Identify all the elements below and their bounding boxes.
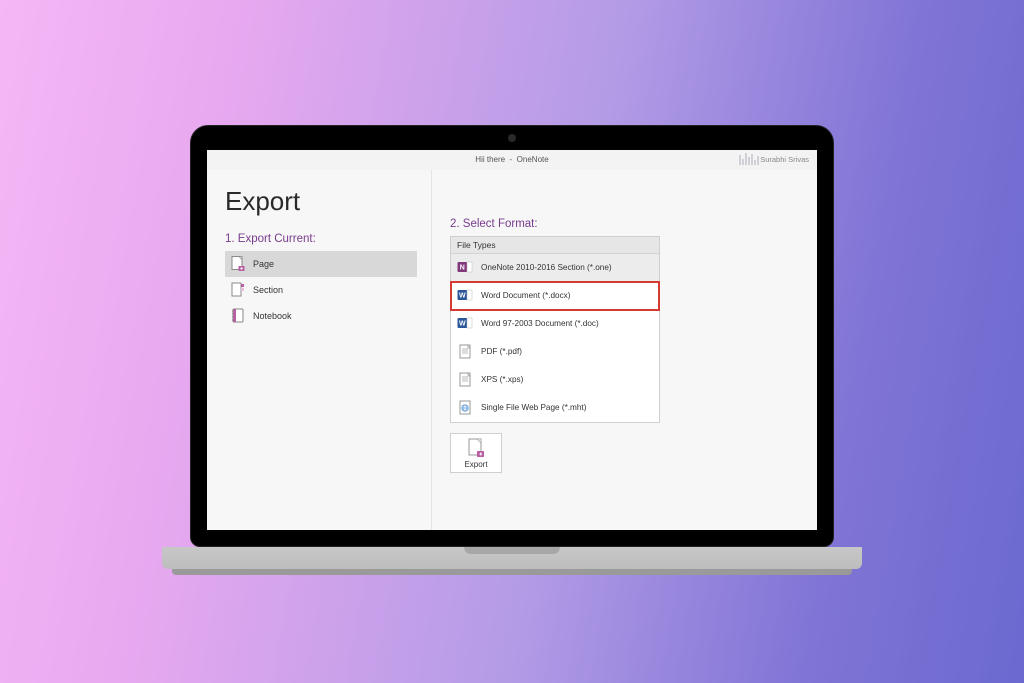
svg-text:W: W bbox=[459, 320, 466, 327]
format-item-pdf[interactable]: PDF (*.pdf) bbox=[451, 338, 659, 366]
export-current-item-label: Page bbox=[253, 259, 274, 269]
export-page-icon bbox=[467, 438, 485, 458]
format-item-label: XPS (*.xps) bbox=[481, 375, 523, 384]
app-screen: Hii there - OneNote Surabhi Srivas Expor… bbox=[207, 150, 817, 530]
export-button[interactable]: Export bbox=[450, 433, 502, 473]
format-item-label: Single File Web Page (*.mht) bbox=[481, 403, 586, 412]
export-current-item-section[interactable]: Section bbox=[225, 277, 417, 303]
titlebar-user-name: Surabhi Srivas bbox=[760, 150, 809, 170]
export-current-item-label: Notebook bbox=[253, 311, 292, 321]
titlebar: Hii there - OneNote Surabhi Srivas bbox=[207, 150, 817, 170]
left-pane: Export 1. Export Current: Page bbox=[207, 170, 432, 530]
export-current-item-label: Section bbox=[253, 285, 283, 295]
notebook-icon bbox=[231, 308, 245, 324]
format-item-xps[interactable]: XPS (*.xps) bbox=[451, 366, 659, 394]
filetypes-panel: File Types N OneNote 2010-2016 Section (… bbox=[450, 236, 660, 423]
doc-file-icon bbox=[457, 344, 473, 360]
format-item-mht[interactable]: Single File Web Page (*.mht) bbox=[451, 394, 659, 422]
titlebar-sep: - bbox=[510, 155, 513, 164]
svg-text:N: N bbox=[460, 264, 465, 271]
filetypes-header: File Types bbox=[451, 237, 659, 254]
select-format-heading: 2. Select Format: bbox=[450, 218, 799, 230]
titlebar-decoration-icon bbox=[739, 153, 759, 165]
export-current-heading: 1. Export Current: bbox=[225, 233, 417, 245]
format-item-label: PDF (*.pdf) bbox=[481, 347, 522, 356]
export-current-item-page[interactable]: Page bbox=[225, 251, 417, 277]
doc-file-icon bbox=[457, 372, 473, 388]
laptop-mockup: Hii there - OneNote Surabhi Srivas Expor… bbox=[190, 125, 834, 575]
laptop-camera bbox=[508, 134, 516, 142]
section-icon bbox=[231, 282, 245, 298]
laptop-bezel: Hii there - OneNote Surabhi Srivas Expor… bbox=[190, 125, 834, 547]
format-item-label: Word Document (*.docx) bbox=[481, 291, 571, 300]
titlebar-doc-name: Hii there bbox=[475, 155, 505, 164]
content-area: Export 1. Export Current: Page bbox=[207, 170, 817, 530]
titlebar-app-name: OneNote bbox=[517, 155, 549, 164]
word-file-icon: W bbox=[457, 316, 473, 332]
laptop-shadow bbox=[172, 569, 852, 575]
word-file-icon: W bbox=[457, 288, 473, 304]
onenote-file-icon: N bbox=[457, 260, 473, 276]
laptop-base bbox=[162, 547, 862, 569]
format-item-label: Word 97-2003 Document (*.doc) bbox=[481, 319, 599, 328]
page-icon bbox=[231, 256, 245, 272]
format-item-label: OneNote 2010-2016 Section (*.one) bbox=[481, 263, 612, 272]
right-pane: 2. Select Format: File Types N OneNote 2… bbox=[432, 170, 817, 530]
format-item-word-docx[interactable]: W Word Document (*.docx) bbox=[451, 282, 659, 310]
export-current-item-notebook[interactable]: Notebook bbox=[225, 303, 417, 329]
export-current-list: Page Section Notebook bbox=[225, 251, 417, 329]
format-item-onenote[interactable]: N OneNote 2010-2016 Section (*.one) bbox=[451, 254, 659, 282]
export-button-label: Export bbox=[451, 460, 501, 469]
format-item-word-doc[interactable]: W Word 97-2003 Document (*.doc) bbox=[451, 310, 659, 338]
web-file-icon bbox=[457, 400, 473, 416]
page-title: Export bbox=[225, 186, 417, 217]
svg-text:W: W bbox=[459, 292, 466, 299]
